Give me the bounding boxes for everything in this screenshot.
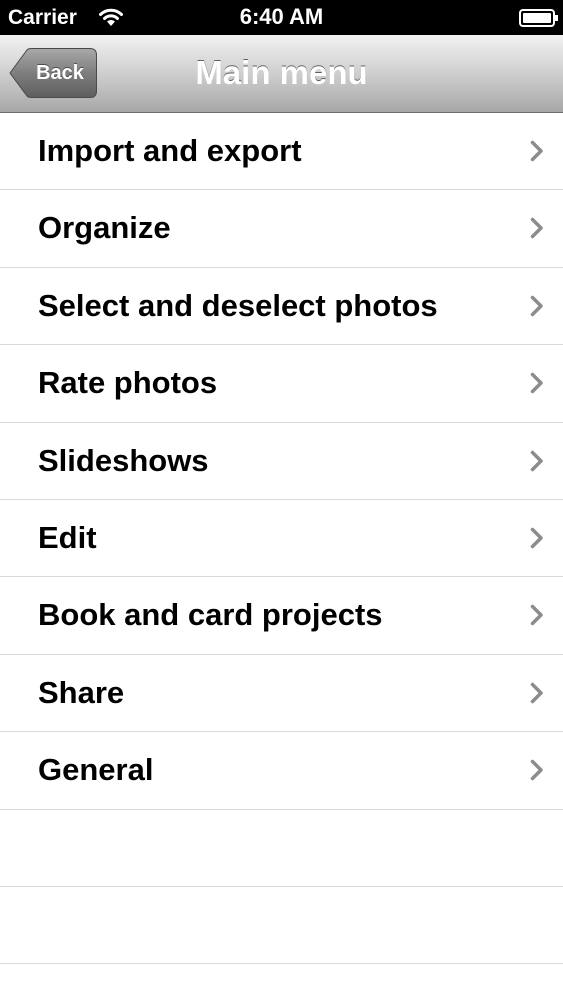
battery-full-icon: [519, 9, 559, 27]
main-menu-list: Import and export Organize Select and de…: [0, 113, 563, 965]
menu-item-label: Organize: [38, 210, 171, 246]
menu-item-select-and-deselect-photos[interactable]: Select and deselect photos: [0, 267, 563, 346]
chevron-right-icon: [530, 450, 543, 471]
chevron-right-icon: [530, 372, 543, 394]
menu-item-general[interactable]: General: [0, 732, 563, 810]
status-bar: Carrier 6:40 AM: [0, 0, 563, 35]
chevron-right-icon: [530, 759, 543, 781]
empty-row: [0, 887, 563, 965]
chevron-right-icon: [530, 140, 543, 162]
menu-item-label: Share: [38, 674, 125, 710]
menu-item-slideshows[interactable]: Slideshows: [0, 422, 563, 500]
empty-row: [0, 810, 563, 887]
menu-item-label: Slideshows: [38, 442, 209, 478]
clock-time: 6:40 AM: [239, 4, 324, 29]
menu-item-label: Edit: [38, 519, 97, 555]
chevron-right-icon: [530, 605, 543, 626]
menu-item-share[interactable]: Share: [0, 654, 563, 733]
navigation-bar: Back Main menu: [0, 35, 563, 113]
menu-item-label: Rate photos: [38, 365, 218, 401]
menu-item-label: Select and deselect photos: [38, 287, 438, 323]
menu-item-book-and-card-projects[interactable]: Book and card projects: [0, 577, 563, 655]
menu-item-rate-photos[interactable]: Rate photos: [0, 345, 563, 423]
menu-item-label: Book and card projects: [38, 597, 383, 633]
menu-item-organize[interactable]: Organize: [0, 190, 563, 268]
chevron-right-icon: [530, 527, 543, 549]
screen: Carrier 6:40 AM Back Main menu Import an…: [0, 0, 563, 1000]
page-title: Main menu: [195, 54, 368, 91]
chevron-right-icon: [530, 295, 543, 317]
chevron-right-icon: [530, 218, 543, 239]
menu-item-label: General: [38, 752, 154, 788]
chevron-right-icon: [530, 682, 543, 703]
menu-item-edit[interactable]: Edit: [0, 499, 563, 578]
menu-item-label: Import and export: [38, 133, 302, 168]
menu-item-import-and-export[interactable]: Import and export: [0, 113, 563, 191]
